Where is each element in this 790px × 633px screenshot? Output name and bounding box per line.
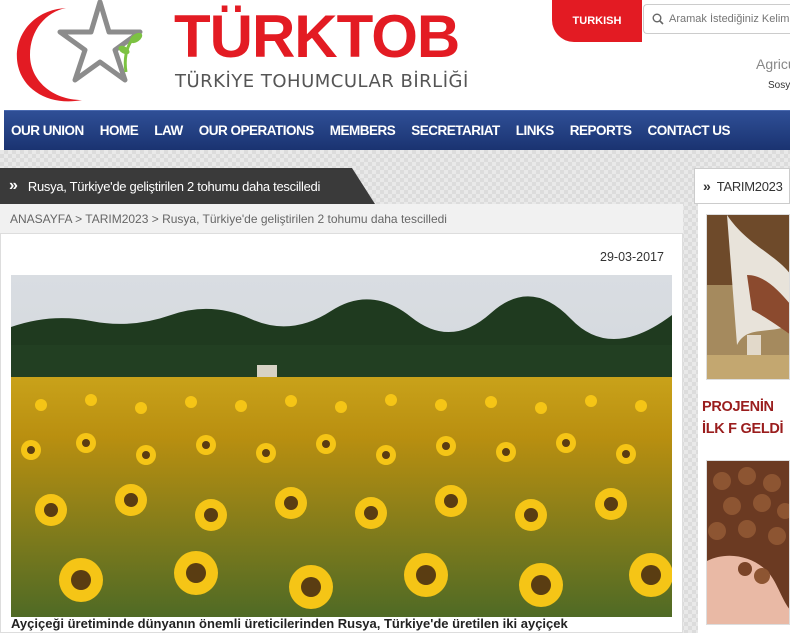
sidebar-news-image-2[interactable] <box>706 460 790 625</box>
search-input[interactable] <box>669 13 789 25</box>
main-nav: OUR UNION HOME LAW OUR OPERATIONS MEMBER… <box>4 110 790 150</box>
turktob-logo[interactable] <box>8 0 168 105</box>
nav-home[interactable]: HOME <box>92 123 147 138</box>
nav-members[interactable]: MEMBERS <box>322 123 404 138</box>
search-icon <box>652 13 664 25</box>
article-title: Rusya, Türkiye'de geliştirilen 2 tohumu … <box>27 178 321 194</box>
nav-our-operations[interactable]: OUR OPERATIONS <box>191 123 322 138</box>
brand-subtitle: TÜRKİYE TOHUMCULAR BİRLİĞİ <box>175 71 469 92</box>
article-photo <box>11 275 672 617</box>
nav-secretariat[interactable]: SECRETARIAT <box>403 123 508 138</box>
sidebar-news-image[interactable] <box>706 214 790 380</box>
nav-law[interactable]: LAW <box>146 123 191 138</box>
double-chevron-icon: » <box>9 177 18 194</box>
search-box[interactable] <box>643 4 790 34</box>
nav-contact-us[interactable]: CONTACT US <box>640 123 739 138</box>
brand-title: TÜRKTOB <box>174 3 460 70</box>
breadcrumb: ANASAYFA > TARIM2023 > Rusya, Türkiye'de… <box>0 204 683 234</box>
nav-reports[interactable]: REPORTS <box>562 123 640 138</box>
article-caption: Ayçiçeği üretiminde dünyanın önemli üret… <box>11 616 568 631</box>
site-header: TÜRKTOB TÜRKİYE TOHUMCULAR BİRLİĞİ TURKI… <box>0 0 790 110</box>
double-chevron-icon: » <box>703 178 711 194</box>
sidebar-title-bar: » TARIM2023 <box>694 168 790 204</box>
nav-links[interactable]: LINKS <box>508 123 562 138</box>
nav-our-union[interactable]: OUR UNION <box>4 123 92 138</box>
header-agri-text: Agricu <box>756 56 790 72</box>
sidebar-title[interactable]: TARIM2023 <box>717 179 783 194</box>
header-social-text[interactable]: Sosy <box>768 80 790 91</box>
article-date: 29-03-2017 <box>600 250 664 264</box>
sidebar-headline[interactable]: PROJENİN İLK F GELDİ <box>702 396 790 440</box>
language-tab[interactable]: TURKISH <box>552 0 642 42</box>
breadcrumb-text[interactable]: ANASAYFA > TARIM2023 > Rusya, Türkiye'de… <box>10 212 447 226</box>
article-title-bar: » Rusya, Türkiye'de geliştirilen 2 tohum… <box>0 168 375 204</box>
